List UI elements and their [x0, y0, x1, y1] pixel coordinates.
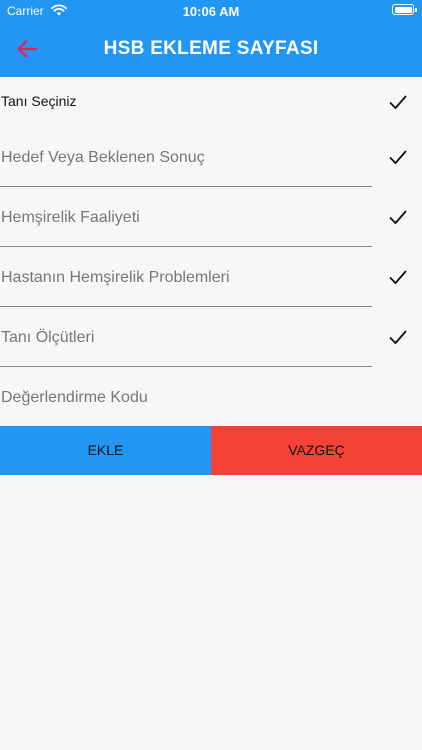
evaluation-code-field[interactable]: Değerlendirme Kodu	[0, 367, 422, 427]
page-title: HSB EKLEME SAYFASI	[103, 38, 319, 59]
check-icon	[389, 210, 407, 225]
check-icon	[389, 150, 407, 165]
nursing-activity-label: Hemşirelik Faaliyeti	[1, 209, 140, 226]
diagnosis-select[interactable]: Tanı Seçiniz	[0, 77, 422, 127]
diagnosis-criteria-label: Tanı Ölçütleri	[1, 329, 95, 346]
add-button[interactable]: EKLE	[0, 426, 211, 475]
cancel-button[interactable]: VAZGEÇ	[211, 426, 422, 475]
hsb-form: Tanı Seçiniz Hedef Veya Beklenen Sonuç H…	[0, 77, 422, 427]
action-buttons: EKLE VAZGEÇ	[0, 426, 422, 475]
battery-icon	[392, 4, 417, 15]
app-bar: Carrier 10:06 AM HSB EKLEME SAYFASI	[0, 0, 422, 77]
status-bar: Carrier 10:06 AM	[0, 0, 422, 22]
check-icon	[389, 95, 407, 110]
goal-field-label: Hedef Veya Beklenen Sonuç	[1, 149, 205, 166]
evaluation-code-label: Değerlendirme Kodu	[1, 389, 148, 406]
patient-problems-field[interactable]: Hastanın Hemşirelik Problemleri	[0, 247, 422, 307]
patient-problems-label: Hastanın Hemşirelik Problemleri	[1, 269, 230, 286]
diagnosis-criteria-field[interactable]: Tanı Ölçütleri	[0, 307, 422, 367]
nursing-activity-field[interactable]: Hemşirelik Faaliyeti	[0, 187, 422, 247]
diagnosis-select-label: Tanı Seçiniz	[1, 93, 77, 109]
check-icon	[389, 330, 407, 345]
status-time: 10:06 AM	[182, 4, 240, 19]
goal-field[interactable]: Hedef Veya Beklenen Sonuç	[0, 127, 422, 187]
check-icon	[389, 270, 407, 285]
